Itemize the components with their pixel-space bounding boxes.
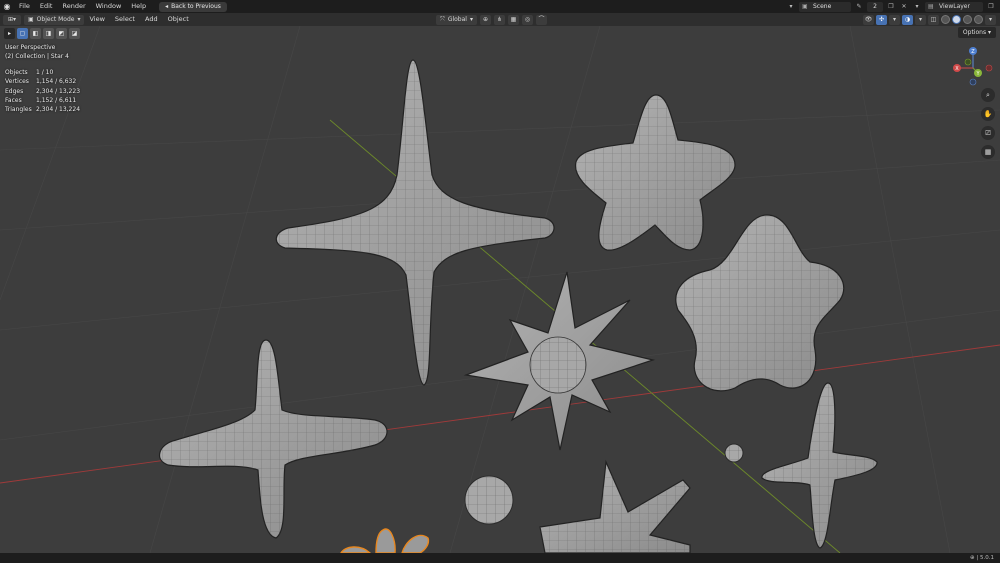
stat-value: 2,304 / 13,223 xyxy=(36,87,81,95)
back-to-previous-button[interactable]: ◂ Back to Previous xyxy=(159,1,227,12)
back-arrow-icon: ◂ xyxy=(165,2,169,10)
selected-flower-star-4[interactable] xyxy=(340,528,430,553)
camera-view-icon[interactable]: ⎚ xyxy=(981,126,995,140)
material-shading-icon[interactable] xyxy=(963,15,972,24)
gizmo-toggle-icon[interactable]: ✣ xyxy=(876,14,887,25)
mode-label: Object Mode xyxy=(36,15,75,23)
menu-select[interactable]: Select xyxy=(110,13,140,26)
orientation-label: Global xyxy=(447,15,467,23)
overlay-dropdown-icon[interactable]: ▾ xyxy=(915,14,926,25)
back-to-previous-label: Back to Previous xyxy=(171,2,221,10)
stat-label: Faces xyxy=(5,96,22,104)
x-axis-label: X xyxy=(955,66,959,72)
stat-value: 1,152 / 6,611 xyxy=(36,96,77,104)
menu-window[interactable]: Window xyxy=(91,0,127,13)
sphere-small[interactable] xyxy=(724,443,744,463)
chevron-down-icon: ▾ xyxy=(77,15,81,23)
viewport-nav-buttons: ⌕ ✋ ⎚ ▦ xyxy=(981,88,995,159)
menu-edit[interactable]: Edit xyxy=(35,0,58,13)
view-layer-browse-icon[interactable]: ▾ xyxy=(912,2,922,12)
shading-dropdown-icon[interactable]: ▾ xyxy=(985,14,996,25)
editor-type-icon[interactable]: ⊞▾ xyxy=(3,14,21,25)
object-mode-icon: ▣ xyxy=(28,15,34,23)
snap-target-icon[interactable]: ▦ xyxy=(507,14,519,25)
status-bar: ⊕ | 5.0.1 xyxy=(0,553,1000,563)
visibility-icon[interactable]: 👁 xyxy=(863,14,874,25)
scene-user-count[interactable]: 2 xyxy=(867,1,883,12)
menu-object[interactable]: Object xyxy=(163,13,194,26)
pan-hand-icon[interactable]: ✋ xyxy=(981,107,995,121)
version-label: ⊕ | 5.0.1 xyxy=(970,555,994,561)
scene-name-field[interactable]: Scene xyxy=(799,1,851,12)
gizmo-dropdown-icon[interactable]: ▾ xyxy=(889,14,900,25)
stat-value: 2,304 / 13,224 xyxy=(36,106,81,114)
stat-value: 1,154 / 6,632 xyxy=(36,78,77,86)
active-collection: (2) Collection | Star 4 xyxy=(5,53,69,60)
scene-statistics: Objects 1 / 10 Vertices 1,154 / 6,632 Edge… xyxy=(5,68,80,114)
stat-label: Objects xyxy=(5,69,28,76)
stat-value: 1 / 10 xyxy=(36,69,54,76)
star-5-point-rounded[interactable] xyxy=(575,94,736,251)
star-4-point-left[interactable] xyxy=(159,339,388,539)
stat-label: Triangles xyxy=(5,106,32,114)
star-5-point-puffy[interactable] xyxy=(675,214,845,392)
z-axis-label: Z xyxy=(971,49,975,55)
star-4-point-large[interactable] xyxy=(275,59,555,386)
menu-add[interactable]: Add xyxy=(140,13,163,26)
viewport-header: ⊞▾ ▣ Object Mode ▾ View Select Add Objec… xyxy=(0,13,1000,26)
star-bottom-partial[interactable] xyxy=(539,459,691,553)
blender-logo-icon[interactable]: ◉ xyxy=(0,0,14,13)
scene-browse-icon[interactable]: ▾ xyxy=(786,2,796,12)
orientation-icon: ⤧ xyxy=(440,15,445,23)
rendered-shading-icon[interactable] xyxy=(974,15,983,24)
view-name: User Perspective xyxy=(5,44,56,51)
overlay-toggle-icon[interactable]: ◑ xyxy=(902,14,913,25)
transform-orientation-dropdown[interactable]: ⤧ Global ▾ xyxy=(436,14,477,25)
stat-label: Edges xyxy=(5,87,24,95)
pivot-point-icon[interactable]: ⊕ xyxy=(479,14,491,25)
top-menu-bar: ◉ File Edit Render Window Help ◂ Back to… xyxy=(0,0,1000,13)
view-layer-field[interactable]: ViewLayer xyxy=(925,1,983,12)
solid-shading-icon[interactable] xyxy=(952,15,961,24)
navigation-gizmo[interactable]: Z X Y xyxy=(948,44,998,94)
mode-dropdown[interactable]: ▣ Object Mode ▾ xyxy=(24,14,85,25)
perspective-toggle-icon[interactable]: ▦ xyxy=(981,145,995,159)
star-8-point-spiky[interactable] xyxy=(463,271,656,451)
proportional-edit-icon[interactable]: ◎ xyxy=(521,14,533,25)
snap-icon[interactable]: ⋔ xyxy=(493,14,505,25)
menu-file[interactable]: File xyxy=(14,0,35,13)
menu-view[interactable]: View xyxy=(84,13,109,26)
copy-scene-icon[interactable]: ❐ xyxy=(886,2,896,12)
menu-render[interactable]: Render xyxy=(57,0,90,13)
viewport-info-overlay: User Perspective (2) Collection | Star 4 xyxy=(5,43,69,61)
menu-help[interactable]: Help xyxy=(126,0,151,13)
zoom-icon[interactable]: ⌕ xyxy=(981,88,995,102)
remove-scene-icon[interactable]: ✕ xyxy=(899,2,909,12)
wireframe-shading-icon[interactable] xyxy=(941,15,950,24)
chevron-down-icon: ▾ xyxy=(469,15,473,23)
star-4-point-small[interactable] xyxy=(761,382,878,549)
stat-label: Vertices xyxy=(5,78,29,86)
sphere-medium[interactable] xyxy=(464,475,514,525)
3d-viewport[interactable] xyxy=(0,26,1000,553)
copy-layer-icon[interactable]: ❐ xyxy=(986,2,996,12)
falloff-icon[interactable]: ⌒ xyxy=(535,14,547,25)
pin-icon[interactable]: ✎ xyxy=(854,2,864,12)
xray-toggle-icon[interactable]: ◫ xyxy=(928,14,939,25)
